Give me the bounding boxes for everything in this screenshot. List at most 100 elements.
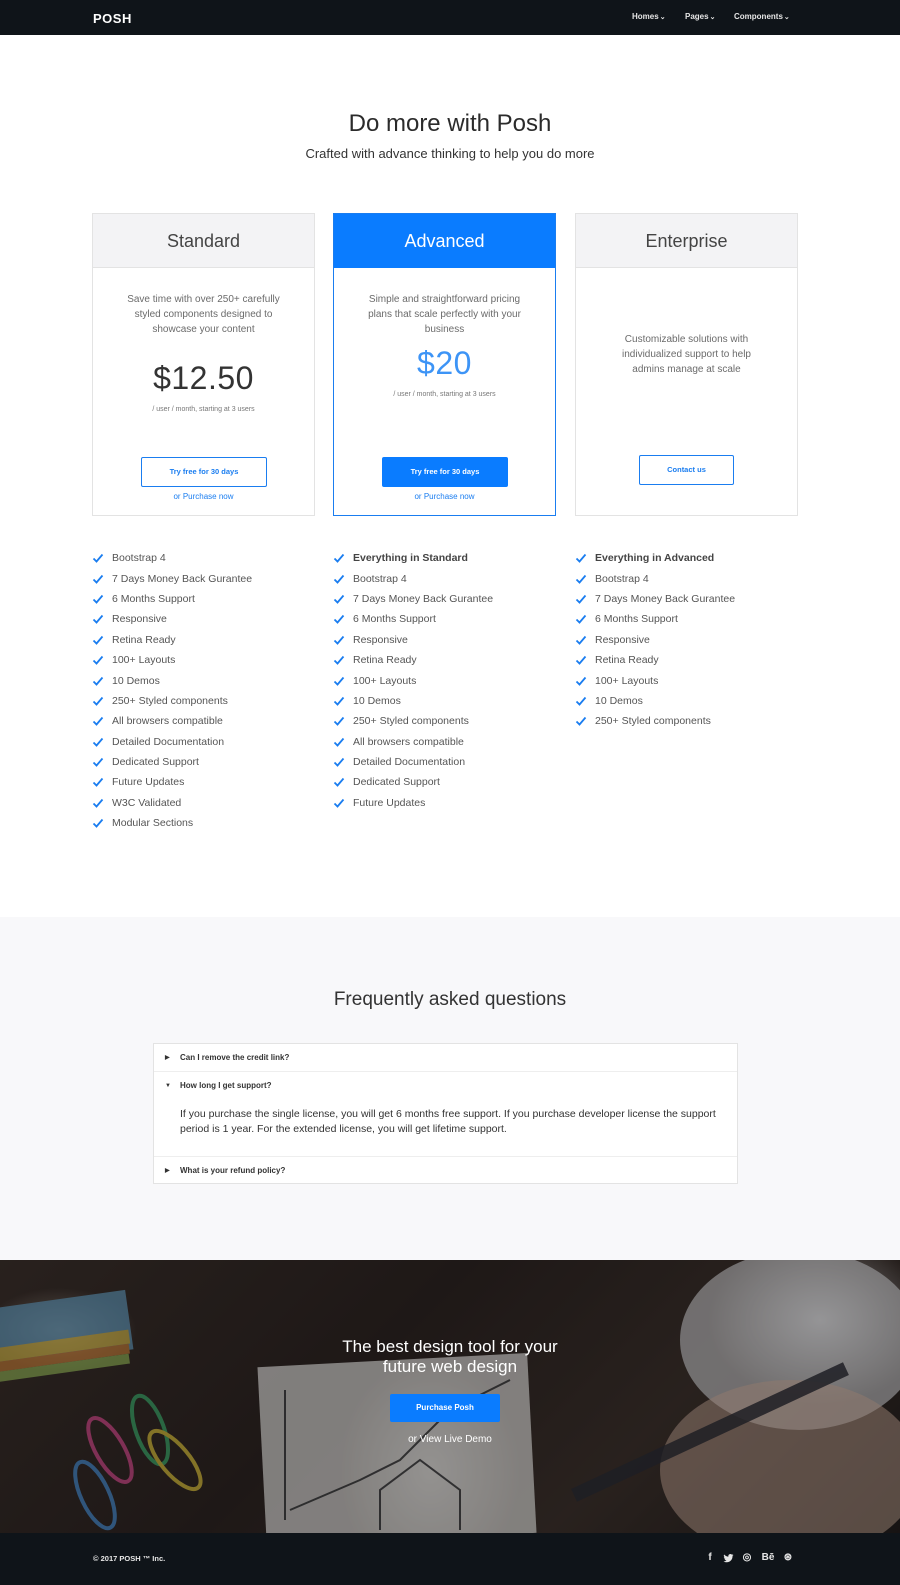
feature-label: 10 Demos — [353, 694, 401, 707]
chevron-down-icon: ⌄ — [783, 14, 790, 21]
nav-item-homes[interactable]: Homes⌄ — [632, 12, 666, 21]
nav-item-components[interactable]: Components⌄ — [734, 12, 790, 21]
feature-label: Everything in Advanced — [595, 552, 715, 565]
check-icon — [333, 615, 345, 625]
check-icon — [333, 737, 345, 747]
feature-label: Dedicated Support — [353, 776, 440, 789]
check-icon — [575, 656, 587, 665]
feature-item: Retina Ready — [92, 630, 312, 650]
chevron-down-icon: ⌄ — [709, 14, 716, 21]
check-icon — [92, 819, 104, 829]
nav-item-pages[interactable]: Pages⌄ — [685, 12, 715, 21]
purchase-now-link[interactable]: or Purchase now — [93, 492, 314, 501]
purchase-posh-button[interactable]: Purchase Posh — [390, 1394, 500, 1422]
check-icon — [575, 574, 587, 584]
feature-item: Bootstrap 4 — [333, 568, 553, 588]
feature-item: Detailed Documentation — [92, 732, 312, 752]
feature-label: Future Updates — [353, 796, 426, 809]
feature-item: 7 Days Money Back Gurantee — [333, 589, 553, 609]
dribbble-icon[interactable]: ⊛ — [781, 1551, 795, 1565]
purchase-now-link[interactable]: or Purchase now — [334, 492, 555, 501]
top-navbar: POSH Homes⌄ Pages⌄ Components⌄ — [0, 0, 900, 35]
plan-price: $20 — [417, 345, 472, 381]
feature-label: 250+ Styled components — [353, 715, 469, 728]
twitter-icon[interactable] — [721, 1551, 735, 1565]
chevron-down-icon: ⌄ — [659, 14, 666, 21]
faq-question-text: How long I get support? — [180, 1081, 272, 1090]
plan-description: Customizable solutions with individualiz… — [622, 334, 751, 375]
feature-label: Retina Ready — [595, 654, 659, 667]
check-icon — [333, 778, 345, 788]
facebook-icon[interactable]: f — [703, 1551, 717, 1565]
plan-description: Simple and straightforward pricing plans… — [368, 294, 521, 335]
caret-right-icon: ▶ — [165, 1168, 170, 1174]
feature-item: 100+ Layouts — [333, 670, 553, 690]
feature-item: 6 Months Support — [575, 609, 795, 629]
check-icon — [333, 594, 345, 604]
check-icon — [575, 696, 587, 706]
feature-item: 250+ Styled components — [333, 711, 553, 731]
feature-item: Retina Ready — [333, 650, 553, 670]
footer: © 2017 POSH ™ Inc. f ◎ Bē ⊛ — [0, 1533, 900, 1585]
view-live-demo-link[interactable]: or View Live Demo — [0, 1434, 900, 1445]
page-title: Do more with Posh — [348, 110, 552, 137]
feature-item: Future Updates — [333, 793, 553, 813]
copyright-text: © 2017 POSH ™ Inc. — [93, 1554, 166, 1563]
try-free-button[interactable]: Try free for 30 days — [141, 457, 267, 487]
feature-label: All browsers compatible — [112, 715, 223, 728]
feature-label: Detailed Documentation — [353, 756, 466, 769]
check-icon — [333, 798, 345, 808]
try-free-button[interactable]: Try free for 30 days — [382, 457, 508, 487]
faq-question[interactable]: ▶ Can I remove the credit link? — [154, 1044, 737, 1072]
brand-logo[interactable]: POSH — [93, 11, 132, 26]
nav-item-label: Pages — [685, 12, 709, 21]
check-icon — [575, 717, 587, 727]
feature-label: W3C Validated — [112, 796, 182, 809]
feature-label: Retina Ready — [353, 654, 417, 667]
check-icon — [92, 778, 104, 788]
check-icon — [333, 656, 345, 665]
feature-item: Bootstrap 4 — [575, 568, 795, 588]
feature-item: 100+ Layouts — [575, 670, 795, 690]
check-icon — [92, 554, 104, 564]
check-icon — [333, 717, 345, 727]
feature-label: 6 Months Support — [112, 592, 195, 605]
check-icon — [92, 656, 104, 665]
plan-price-note: / user / month, starting at 3 users — [393, 391, 496, 398]
behance-icon[interactable]: Bē — [759, 1551, 777, 1565]
feature-item: 10 Demos — [92, 670, 312, 690]
check-icon — [92, 574, 104, 584]
instagram-icon[interactable]: ◎ — [740, 1551, 754, 1565]
feature-item: 10 Demos — [575, 691, 795, 711]
feature-item: Dedicated Support — [92, 752, 312, 772]
feature-label: All browsers compatible — [353, 735, 464, 748]
check-icon — [575, 594, 587, 604]
feature-item: 100+ Layouts — [92, 650, 312, 670]
check-icon — [333, 574, 345, 584]
feature-label: 100+ Layouts — [112, 654, 176, 667]
contact-us-button[interactable]: Contact us — [639, 455, 734, 485]
feature-item: 6 Months Support — [92, 589, 312, 609]
faq-section: Frequently asked questions ▶ Can I remov… — [0, 917, 900, 1260]
check-icon — [92, 594, 104, 604]
feature-label: 7 Days Money Back Gurantee — [353, 592, 494, 605]
plan-description: Save time with over 250+ carefully style… — [127, 294, 280, 335]
feature-label: 10 Demos — [595, 694, 643, 707]
check-icon — [333, 758, 345, 767]
check-icon — [92, 798, 104, 808]
feature-label: Modular Sections — [112, 817, 194, 830]
faq-question[interactable]: ▶ What is your refund policy? — [154, 1156, 737, 1184]
feature-label: 100+ Layouts — [353, 674, 417, 687]
feature-label: 100+ Layouts — [595, 674, 659, 687]
feature-item: Retina Ready — [575, 650, 795, 670]
cta-title-line: future web design — [382, 1357, 518, 1376]
feature-label: Retina Ready — [112, 633, 176, 646]
check-icon — [333, 635, 345, 645]
faq-question[interactable]: ▼ How long I get support? — [154, 1072, 737, 1100]
plan-price: $12.50 — [153, 360, 254, 396]
feature-label: Responsive — [112, 613, 167, 626]
feature-list-standard: Bootstrap 4 7 Days Money Back Gurantee 6 M… — [92, 548, 312, 833]
feature-label: 250+ Styled components — [112, 694, 228, 707]
feature-item: Responsive — [92, 609, 312, 629]
feature-item: 6 Months Support — [333, 609, 553, 629]
